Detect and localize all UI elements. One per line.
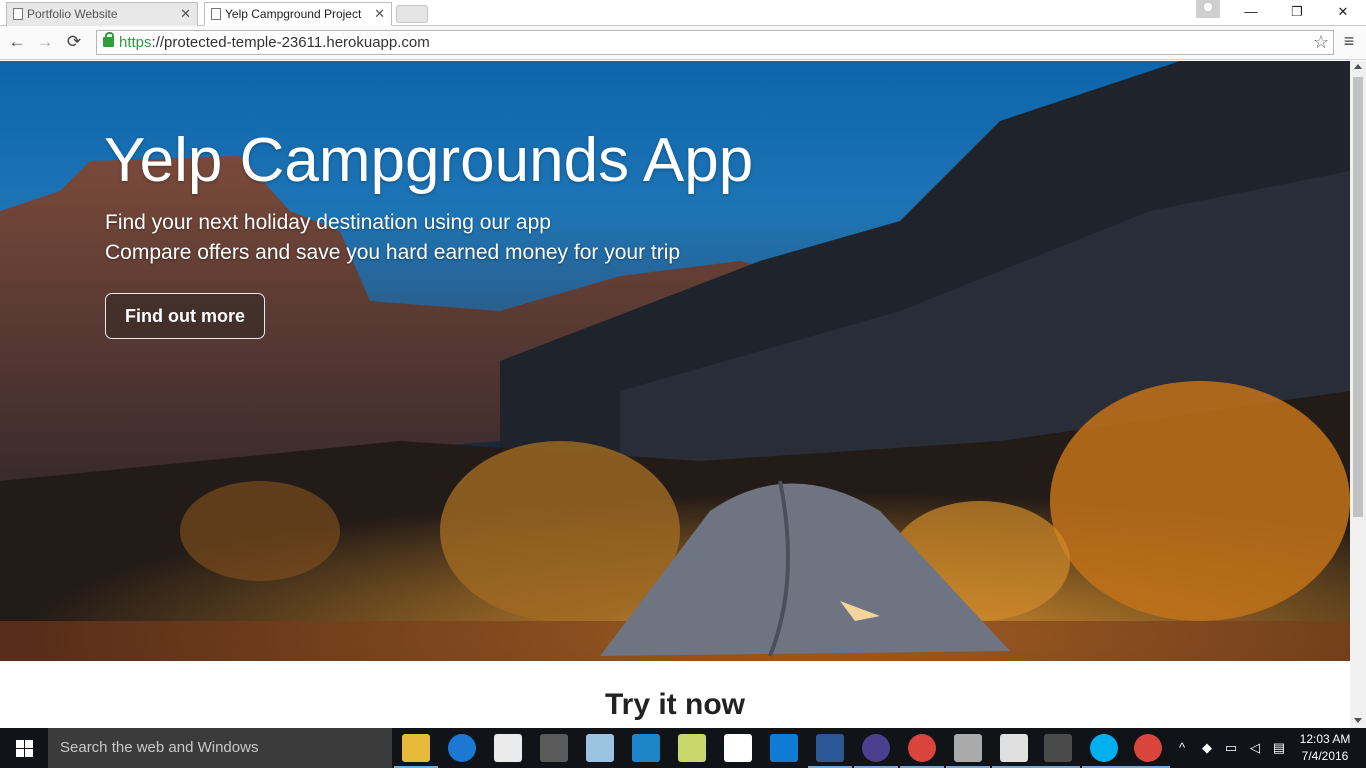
arrow-left-icon[interactable]: ← bbox=[6, 31, 28, 53]
sublime-icon[interactable] bbox=[1036, 734, 1080, 768]
chrome-icon[interactable] bbox=[1126, 734, 1170, 768]
hero-subtitle-line1: Find your next holiday destination using… bbox=[105, 211, 551, 234]
try-it-now-heading: Try it now bbox=[604, 688, 745, 721]
hero-section: Yelp Campgrounds App Find your next holi… bbox=[0, 61, 1350, 661]
scroll-down-icon[interactable] bbox=[1354, 718, 1362, 723]
tab-yelp-campground-project[interactable]: Yelp Campground Project ✕ bbox=[204, 2, 392, 26]
clock-date: 7/4/2016 bbox=[1301, 749, 1349, 763]
dropbox-tray-icon[interactable]: ◆ bbox=[1196, 728, 1218, 768]
page-icon bbox=[211, 8, 221, 20]
app-icon[interactable] bbox=[678, 734, 706, 762]
scroll-up-icon[interactable] bbox=[1354, 64, 1362, 69]
clock-time: 12:03 AM bbox=[1299, 732, 1351, 746]
notifications-icon[interactable]: ▤ bbox=[1268, 728, 1290, 768]
windows-start-button[interactable] bbox=[0, 728, 48, 768]
skype-icon[interactable] bbox=[1082, 734, 1126, 768]
hero-subtitle-line2: Compare offers and save you hard earned … bbox=[105, 241, 681, 264]
reload-icon[interactable]: ⟳ bbox=[63, 31, 85, 53]
app-icon[interactable] bbox=[946, 734, 990, 768]
page-viewport: Yelp Campgrounds App Find your next holi… bbox=[0, 61, 1366, 728]
tab-title: Portfolio Website bbox=[27, 7, 118, 21]
tab-portfolio-website[interactable]: Portfolio Website ✕ bbox=[6, 2, 198, 26]
eclipse-icon[interactable] bbox=[854, 734, 898, 768]
file-explorer-icon[interactable] bbox=[394, 734, 438, 768]
edge-icon[interactable] bbox=[448, 734, 476, 762]
taskbar: Search the web and Windows ^ ◆ ▭ ◁ ▤ 12:… bbox=[0, 728, 1366, 768]
vertical-scrollbar[interactable] bbox=[1350, 61, 1366, 728]
taskbar-search-input[interactable]: Search the web and Windows bbox=[48, 728, 392, 768]
profile-button[interactable] bbox=[1196, 0, 1220, 18]
close-tab-icon[interactable]: ✕ bbox=[180, 3, 191, 25]
user-icon bbox=[1204, 3, 1212, 11]
calculator-icon[interactable] bbox=[540, 734, 568, 762]
restore-button[interactable]: ❐ bbox=[1274, 0, 1320, 24]
hero-title: Yelp Campgrounds App bbox=[104, 126, 754, 195]
tab-strip: Portfolio Website ✕ Yelp Campground Proj… bbox=[0, 0, 1366, 26]
close-tab-icon[interactable]: ✕ bbox=[374, 3, 385, 25]
app-icon[interactable] bbox=[770, 734, 798, 762]
new-tab-button[interactable] bbox=[396, 5, 428, 23]
close-window-button[interactable]: ✕ bbox=[1320, 0, 1366, 24]
taskbar-clock[interactable]: 12:03 AM 7/4/2016 bbox=[1294, 731, 1356, 765]
app-icon[interactable] bbox=[586, 734, 614, 762]
arrow-right-icon[interactable]: → bbox=[34, 31, 56, 53]
dropbox-icon[interactable] bbox=[724, 734, 752, 762]
hamburger-menu-icon[interactable]: ≡ bbox=[1340, 31, 1358, 53]
browser-toolbar: ← → ⟳ https://protected-temple-23611.her… bbox=[0, 26, 1366, 60]
store-icon[interactable] bbox=[494, 734, 522, 762]
page-icon bbox=[13, 8, 23, 20]
chevron-up-icon[interactable]: ^ bbox=[1172, 728, 1192, 768]
word-icon[interactable] bbox=[808, 734, 852, 768]
find-out-more-button[interactable]: Find out more bbox=[105, 293, 265, 339]
star-icon[interactable]: ☆ bbox=[1313, 32, 1329, 53]
tab-title: Yelp Campground Project bbox=[225, 7, 362, 21]
lock-icon bbox=[103, 32, 114, 47]
app-icon[interactable] bbox=[992, 734, 1036, 768]
minimize-button[interactable]: — bbox=[1228, 0, 1274, 24]
chrome-icon[interactable] bbox=[900, 734, 944, 768]
battery-icon[interactable]: ▭ bbox=[1220, 728, 1242, 768]
scroll-thumb[interactable] bbox=[1353, 77, 1363, 517]
url-text[interactable]: https://protected-temple-23611.herokuapp… bbox=[119, 34, 430, 51]
volume-icon[interactable]: ◁ bbox=[1244, 728, 1266, 768]
app-icon[interactable] bbox=[632, 734, 660, 762]
address-bar[interactable]: https://protected-temple-23611.herokuapp… bbox=[96, 30, 1334, 55]
